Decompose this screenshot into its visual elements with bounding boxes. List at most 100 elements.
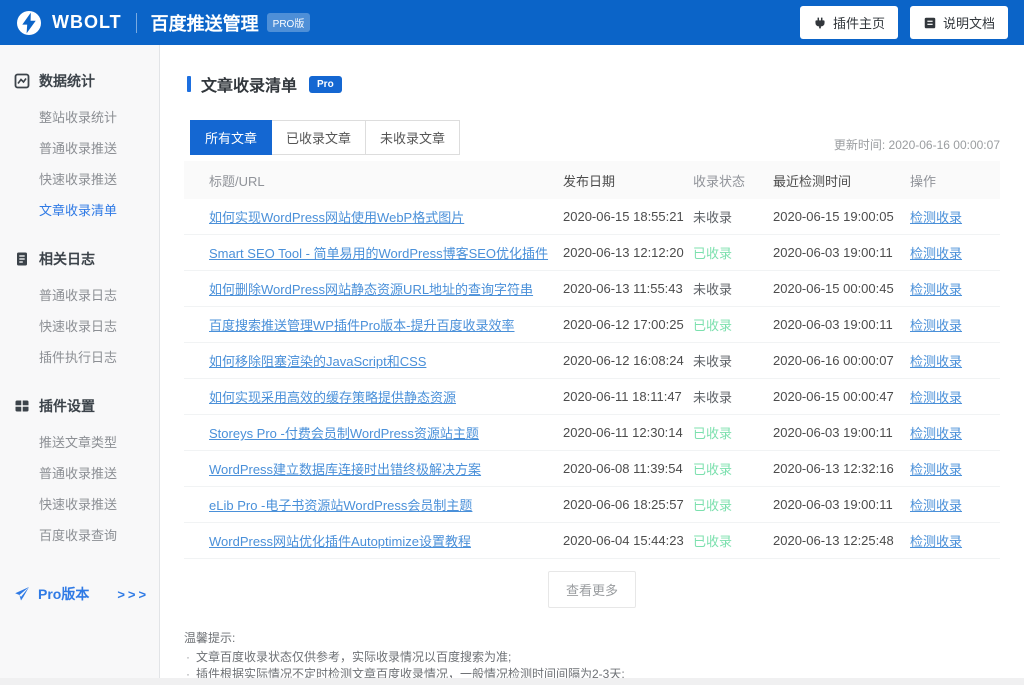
title-accent-bar (187, 76, 191, 92)
check-index-link[interactable]: 检测收录 (910, 390, 962, 405)
tip-item: 文章百度收录状态仅供参考，实际收录情况以百度搜索为准; (184, 649, 1000, 666)
index-status: 已收录 (693, 243, 773, 262)
documentation-label: 说明文档 (943, 13, 995, 32)
documentation-button[interactable]: 说明文档 (910, 6, 1008, 39)
table-row: Smart SEO Tool - 简单易用的WordPress博客SEO优化插件… (184, 235, 1000, 271)
load-more-button[interactable]: 查看更多 (548, 571, 636, 608)
last-check-time: 2020-06-03 19:00:11 (773, 245, 910, 260)
plugin-home-button[interactable]: 插件主页 (800, 6, 898, 39)
check-index-link[interactable]: 检测收录 (910, 534, 962, 549)
action-cell: 检测收录 (910, 459, 1000, 478)
check-index-link[interactable]: 检测收录 (910, 210, 962, 225)
sidebar-pro-version[interactable]: Pro版本>>> (0, 584, 159, 604)
action-cell: 检测收录 (910, 279, 1000, 298)
sidebar-item[interactable]: 整站收录统计 (0, 101, 159, 132)
article-title-cell: Smart SEO Tool - 简单易用的WordPress博客SEO优化插件 (184, 243, 563, 262)
check-index-link[interactable]: 检测收录 (910, 246, 962, 261)
index-status: 已收录 (693, 531, 773, 550)
sidebar-section: 数据统计整站收录统计普通收录推送快速收录推送文章收录清单 (0, 71, 159, 225)
article-title-cell: Storeys Pro -付费会员制WordPress资源站主题 (184, 423, 563, 442)
publish-date: 2020-06-11 12:30:14 (563, 425, 693, 440)
table-row: 如何实现WordPress网站使用WebP格式图片 2020-06-15 18:5… (184, 199, 1000, 235)
article-title-link[interactable]: 如何实现采用高效的缓存策略提供静态资源 (209, 390, 456, 405)
article-title-link[interactable]: 如何移除阻塞渲染的JavaScript和CSS (209, 354, 426, 369)
index-status: 已收录 (693, 459, 773, 478)
check-index-link[interactable]: 检测收录 (910, 498, 962, 513)
article-title-link[interactable]: eLib Pro -电子书资源站WordPress会员制主题 (209, 498, 472, 513)
index-status: 未收录 (693, 207, 773, 226)
sidebar-item[interactable]: 百度收录查询 (0, 519, 159, 550)
sidebar-item[interactable]: 推送文章类型 (0, 426, 159, 457)
check-index-link[interactable]: 检测收录 (910, 462, 962, 477)
app-header: WBOLT 百度推送管理 PRO版 插件主页 说明文档 (0, 0, 1024, 45)
table-row: 如何删除WordPress网站静态资源URL地址的查询字符串2020-06-13… (184, 271, 1000, 307)
action-cell: 检测收录 (910, 315, 1000, 334)
articles-table: 标题/URL 发布日期 收录状态 最近检测时间 操作 如何实现WordPress… (184, 161, 1000, 559)
sidebar-section-label: 相关日志 (39, 249, 95, 269)
article-title-link[interactable]: Smart SEO Tool - 简单易用的WordPress博客SEO优化插件 (209, 246, 548, 261)
sidebar-item[interactable]: 插件执行日志 (0, 341, 159, 372)
index-status: 已收录 (693, 315, 773, 334)
sidebar-item[interactable]: 快速收录推送 (0, 163, 159, 194)
article-title-cell: 如何实现采用高效的缓存策略提供静态资源 (184, 387, 563, 406)
publish-date: 2020-06-13 12:12:20 (563, 245, 693, 260)
article-title-cell: 如何移除阻塞渲染的JavaScript和CSS (184, 351, 563, 370)
check-index-link[interactable]: 检测收录 (910, 426, 962, 441)
tab-filter[interactable]: 未收录文章 (366, 120, 460, 155)
sidebar-item[interactable]: 普通收录推送 (0, 457, 159, 488)
sidebar-item[interactable]: 快速收录日志 (0, 310, 159, 341)
update-time: 更新时间: 2020-06-16 00:00:07 (834, 136, 1000, 155)
plugin-title: 百度推送管理 (151, 10, 259, 36)
sidebar-section-title: 数据统计 (0, 71, 159, 91)
article-title-link[interactable]: 百度搜索推送管理WP插件Pro版本-提升百度收录效率 (209, 318, 515, 333)
table-row: 如何移除阻塞渲染的JavaScript和CSS 2020-06-12 16:08:… (184, 343, 1000, 379)
publish-date: 2020-06-12 16:08:24 (563, 353, 693, 368)
header-divider (136, 13, 137, 33)
article-title-cell: eLib Pro -电子书资源站WordPress会员制主题 (184, 495, 563, 514)
last-check-time: 2020-06-15 00:00:47 (773, 389, 910, 404)
grid-icon (14, 398, 30, 414)
last-check-time: 2020-06-15 19:00:05 (773, 209, 910, 224)
sidebar: 数据统计整站收录统计普通收录推送快速收录推送文章收录清单相关日志普通收录日志快速… (0, 45, 160, 678)
log-icon (14, 251, 30, 267)
article-title-link[interactable]: WordPress建立数据库连接时出错终极解决方案 (209, 462, 481, 477)
tab-filter[interactable]: 已收录文章 (272, 120, 366, 155)
article-title-link[interactable]: WordPress网站优化插件Autoptimize设置教程 (209, 534, 471, 549)
sidebar-section-title: 插件设置 (0, 396, 159, 416)
article-title-link[interactable]: Storeys Pro -付费会员制WordPress资源站主题 (209, 426, 479, 441)
article-title-cell: 如何实现WordPress网站使用WebP格式图片 (184, 207, 563, 226)
publish-date: 2020-06-15 18:55:21 (563, 209, 693, 224)
wbolt-logo-bolt-icon (16, 10, 42, 36)
tab-active[interactable]: 所有文章 (190, 120, 272, 155)
article-title-cell: WordPress网站优化插件Autoptimize设置教程 (184, 531, 563, 550)
action-cell: 检测收录 (910, 207, 1000, 226)
action-cell: 检测收录 (910, 495, 1000, 514)
tip-item: 插件根据实际情况不定时检测文章百度收录情况，一般情况检测时间间隔为2-3天; (184, 666, 1000, 678)
check-index-link[interactable]: 检测收录 (910, 318, 962, 333)
sidebar-item[interactable]: 文章收录清单 (0, 194, 159, 225)
chart-icon (14, 73, 30, 89)
index-status: 未收录 (693, 387, 773, 406)
sidebar-section-label: 插件设置 (39, 396, 95, 416)
brand-name: WBOLT (52, 12, 122, 33)
sidebar-item[interactable]: 普通收录推送 (0, 132, 159, 163)
action-cell: 检测收录 (910, 423, 1000, 442)
sidebar-section: 相关日志普通收录日志快速收录日志插件执行日志 (0, 249, 159, 372)
sidebar-item[interactable]: 普通收录日志 (0, 279, 159, 310)
pro-version-label: Pro版本 (38, 584, 89, 604)
sidebar-section: 插件设置推送文章类型普通收录推送快速收录推送百度收录查询 (0, 396, 159, 550)
header-publish-date: 发布日期 (563, 171, 693, 190)
header-title-url: 标题/URL (184, 171, 563, 190)
tips-section: 温馨提示: 文章百度收录状态仅供参考，实际收录情况以百度搜索为准;插件根据实际情… (184, 629, 1000, 678)
page-title: 文章收录清单 (201, 72, 297, 96)
header-index-status: 收录状态 (693, 171, 773, 190)
index-status: 未收录 (693, 351, 773, 370)
article-title-link[interactable]: 如何实现WordPress网站使用WebP格式图片 (209, 210, 464, 225)
table-row: WordPress建立数据库连接时出错终极解决方案2020-06-08 11:3… (184, 451, 1000, 487)
table-row: 百度搜索推送管理WP插件Pro版本-提升百度收录效率2020-06-12 17:… (184, 307, 1000, 343)
article-title-link[interactable]: 如何删除WordPress网站静态资源URL地址的查询字符串 (209, 282, 533, 297)
last-check-time: 2020-06-16 00:00:07 (773, 353, 910, 368)
check-index-link[interactable]: 检测收录 (910, 282, 962, 297)
sidebar-item[interactable]: 快速收录推送 (0, 488, 159, 519)
check-index-link[interactable]: 检测收录 (910, 354, 962, 369)
